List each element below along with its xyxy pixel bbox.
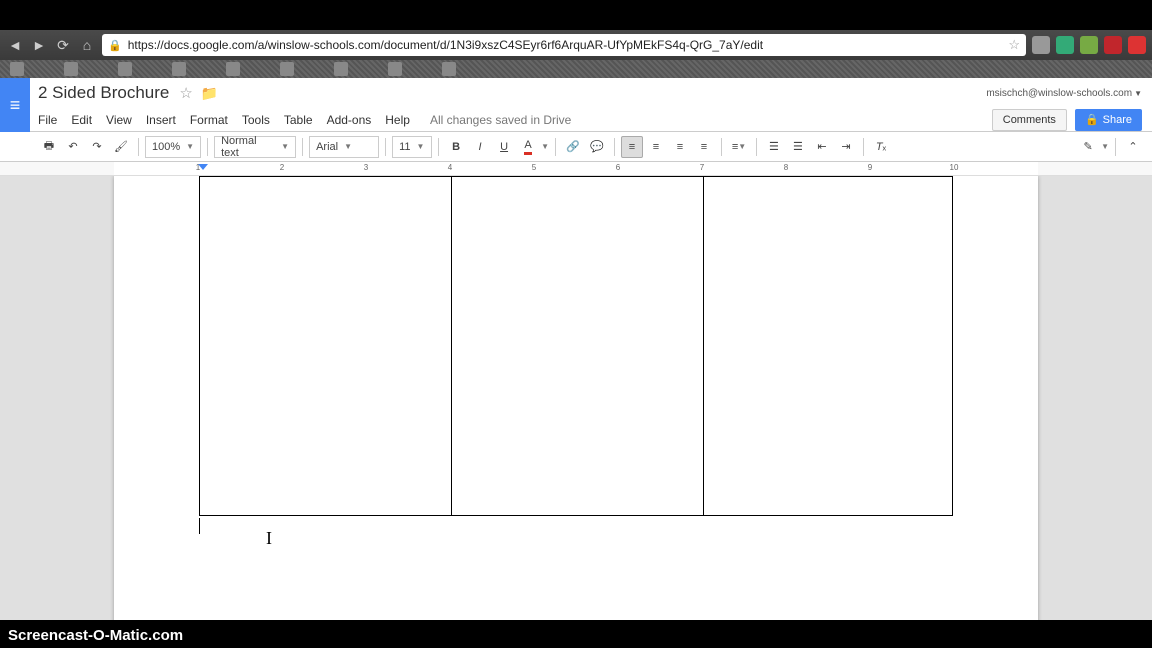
docs-logo-icon[interactable]: ≡ bbox=[0, 78, 30, 132]
bookmark-item[interactable] bbox=[10, 62, 24, 76]
canvas[interactable]: I bbox=[0, 176, 1152, 620]
bookmark-item[interactable] bbox=[64, 62, 78, 76]
outdent-icon[interactable]: ⇤ bbox=[811, 136, 833, 158]
numbered-list-icon[interactable]: ☰ bbox=[763, 136, 785, 158]
ruler[interactable]: 12345678910 bbox=[0, 162, 1152, 176]
ext-icon-5[interactable] bbox=[1128, 36, 1146, 54]
bookmark-item[interactable] bbox=[388, 62, 402, 76]
home-icon[interactable]: ⌂ bbox=[78, 36, 96, 54]
browser-bar: ◄ ► ⟳ ⌂ 🔒 https://docs.google.com/a/wins… bbox=[0, 30, 1152, 60]
comment-icon[interactable]: 💬 bbox=[586, 136, 608, 158]
align-left-icon[interactable]: ≡ bbox=[621, 136, 643, 158]
bulleted-list-icon[interactable]: ☰ bbox=[787, 136, 809, 158]
ruler-tick: 10 bbox=[950, 163, 959, 172]
menu-addons[interactable]: Add-ons bbox=[327, 113, 372, 127]
watermark: Screencast-O-Matic.com bbox=[8, 627, 183, 644]
pinterest-icon[interactable] bbox=[1104, 36, 1122, 54]
text-color-icon[interactable]: A bbox=[517, 136, 539, 158]
underline-icon[interactable]: U bbox=[493, 136, 515, 158]
ruler-tick: 4 bbox=[448, 163, 452, 172]
url-text: https://docs.google.com/a/winslow-school… bbox=[128, 38, 763, 52]
bookmarks-bar bbox=[0, 60, 1152, 78]
indent-marker-icon[interactable] bbox=[198, 164, 208, 170]
menu-table[interactable]: Table bbox=[284, 113, 313, 127]
reload-icon[interactable]: ⟳ bbox=[54, 36, 72, 54]
bookmark-item[interactable] bbox=[442, 62, 456, 76]
italic-icon[interactable]: I bbox=[469, 136, 491, 158]
print-icon[interactable]: 🖶 bbox=[38, 136, 60, 158]
ext-icon-2[interactable] bbox=[1056, 36, 1074, 54]
menu-bar: File Edit View Insert Format Tools Table… bbox=[0, 108, 1152, 132]
menu-edit[interactable]: Edit bbox=[71, 113, 92, 127]
menu-tools[interactable]: Tools bbox=[242, 113, 270, 127]
ruler-tick: 3 bbox=[364, 163, 368, 172]
comments-button[interactable]: Comments bbox=[992, 109, 1067, 131]
align-justify-icon[interactable]: ≡ bbox=[693, 136, 715, 158]
lock-icon: 🔒 bbox=[108, 39, 122, 52]
table[interactable] bbox=[199, 176, 953, 516]
bold-icon[interactable]: B bbox=[445, 136, 467, 158]
ibeam-cursor-icon: I bbox=[266, 528, 272, 549]
zoom-select[interactable]: 100%▼ bbox=[145, 136, 201, 158]
bookmark-item[interactable] bbox=[226, 62, 240, 76]
bookmark-star-icon[interactable]: ☆ bbox=[1008, 37, 1020, 53]
bookmark-item[interactable] bbox=[172, 62, 186, 76]
indent-icon[interactable]: ⇥ bbox=[835, 136, 857, 158]
collapse-icon[interactable]: ⌃ bbox=[1122, 136, 1144, 158]
user-email[interactable]: msischch@winslow-schools.com▼ bbox=[986, 88, 1142, 99]
docs-app: ≡ 2 Sided Brochure ☆ 📁 msischch@winslow-… bbox=[0, 78, 1152, 620]
bookmark-item[interactable] bbox=[118, 62, 132, 76]
ext-icon-3[interactable] bbox=[1080, 36, 1098, 54]
url-bar[interactable]: 🔒 https://docs.google.com/a/winslow-scho… bbox=[102, 34, 1026, 56]
ruler-tick: 8 bbox=[784, 163, 788, 172]
document-title[interactable]: 2 Sided Brochure bbox=[38, 83, 169, 103]
paint-format-icon[interactable]: 🖌 bbox=[110, 136, 132, 158]
back-icon[interactable]: ◄ bbox=[6, 36, 24, 54]
forward-icon[interactable]: ► bbox=[30, 36, 48, 54]
line-spacing-icon[interactable]: ≡▼ bbox=[728, 136, 750, 158]
save-status: All changes saved in Drive bbox=[430, 113, 571, 127]
ruler-tick: 9 bbox=[868, 163, 872, 172]
menu-file[interactable]: File bbox=[38, 113, 57, 127]
menu-view[interactable]: View bbox=[106, 113, 132, 127]
table-col-border[interactable] bbox=[703, 177, 704, 515]
clear-format-icon[interactable]: Tₓ bbox=[870, 136, 892, 158]
size-select[interactable]: 11▼ bbox=[392, 136, 432, 158]
bookmark-item[interactable] bbox=[280, 62, 294, 76]
style-select[interactable]: Normal text▼ bbox=[214, 136, 296, 158]
table-col-border[interactable] bbox=[451, 177, 452, 515]
title-row: 2 Sided Brochure ☆ 📁 msischch@winslow-sc… bbox=[0, 78, 1152, 108]
align-center-icon[interactable]: ≡ bbox=[645, 136, 667, 158]
lock-white-icon: 🔒 bbox=[1085, 113, 1099, 126]
ext-icon-1[interactable] bbox=[1032, 36, 1050, 54]
font-select[interactable]: Arial▼ bbox=[309, 136, 379, 158]
star-icon[interactable]: ☆ bbox=[179, 84, 192, 102]
share-button[interactable]: 🔒 Share bbox=[1075, 109, 1142, 131]
ruler-tick: 6 bbox=[616, 163, 620, 172]
ruler-tick: 7 bbox=[700, 163, 704, 172]
editing-mode-icon[interactable]: ✎ bbox=[1077, 136, 1099, 158]
menu-help[interactable]: Help bbox=[385, 113, 410, 127]
ruler-tick: 5 bbox=[532, 163, 536, 172]
menu-format[interactable]: Format bbox=[190, 113, 228, 127]
menu-insert[interactable]: Insert bbox=[146, 113, 176, 127]
folder-icon[interactable]: 📁 bbox=[201, 85, 218, 102]
text-color-caret[interactable]: ▼ bbox=[541, 142, 549, 151]
text-caret bbox=[199, 518, 200, 534]
undo-icon[interactable]: ↶ bbox=[62, 136, 84, 158]
align-right-icon[interactable]: ≡ bbox=[669, 136, 691, 158]
toolbar: 🖶 ↶ ↷ 🖌 100%▼ Normal text▼ Arial▼ 11▼ B … bbox=[0, 132, 1152, 162]
page[interactable]: I bbox=[114, 176, 1038, 620]
link-icon[interactable]: 🔗 bbox=[562, 136, 584, 158]
bookmark-item[interactable] bbox=[334, 62, 348, 76]
redo-icon[interactable]: ↷ bbox=[86, 136, 108, 158]
ruler-tick: 2 bbox=[280, 163, 284, 172]
